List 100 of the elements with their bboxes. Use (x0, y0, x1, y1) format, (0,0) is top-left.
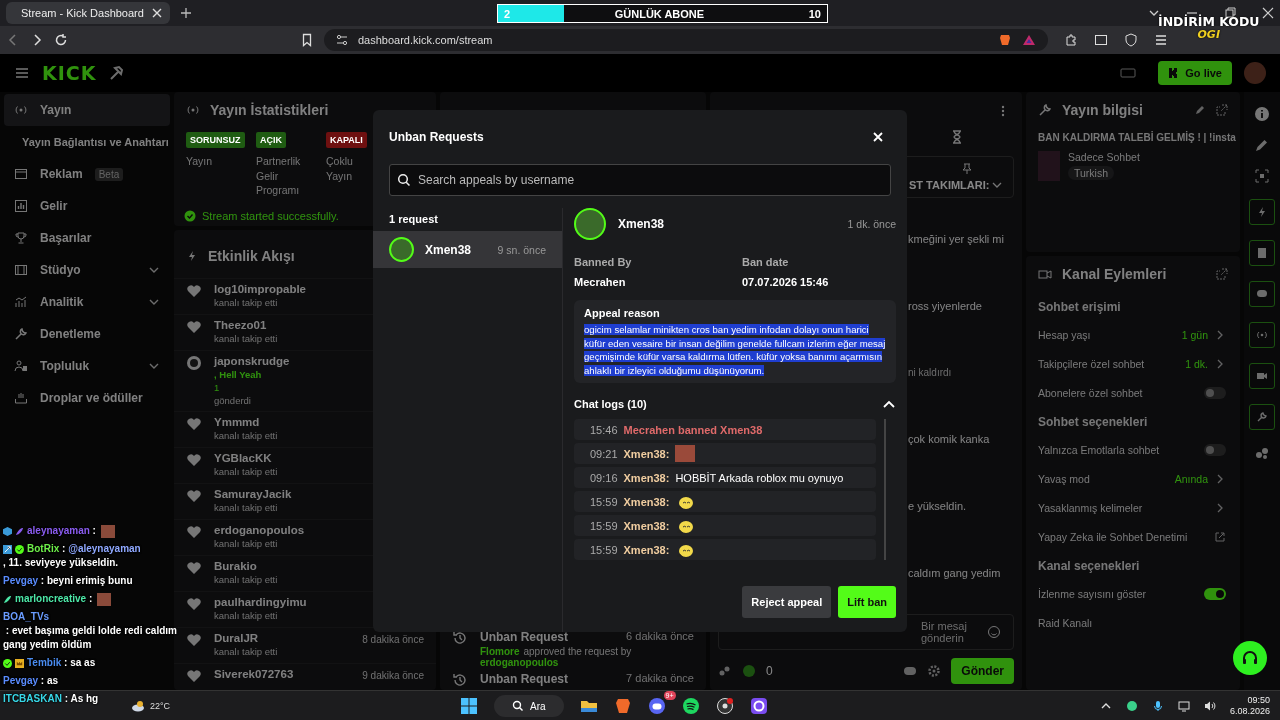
log-description: approved the request by (523, 646, 632, 657)
menu-icon[interactable] (14, 65, 30, 81)
goal-label: GÜNLÜK ABONE (613, 7, 706, 20)
chat-username: BotRix (27, 542, 60, 556)
sliders-icon[interactable] (336, 34, 348, 46)
popout-icon[interactable] (1216, 268, 1228, 280)
hammer-icon[interactable] (108, 65, 125, 81)
username[interactable]: YGBlacKK (214, 452, 272, 466)
camera-icon (1038, 267, 1052, 281)
request-list-item[interactable]: Xmen38 9 sn. önce (373, 231, 562, 268)
username[interactable]: Siverek072763 (214, 668, 294, 682)
reject-appeal-button[interactable]: Reject appeal (742, 586, 832, 618)
sidebar-item[interactable]: Yayın (4, 94, 170, 126)
record-circle-icon[interactable] (715, 697, 734, 715)
setting-label: İzlenme sayısını göster (1038, 587, 1146, 600)
taskbar-search[interactable]: Ara (494, 695, 564, 717)
chat-username: BOA_TVs (3, 610, 50, 624)
monitor-icon[interactable] (1177, 700, 1190, 712)
search-field[interactable]: Search appeals by username (389, 164, 891, 196)
sidebar-item[interactable]: Denetleme (4, 318, 170, 350)
username[interactable]: DuralJR (214, 632, 259, 646)
username[interactable]: paulhardingyimu (214, 596, 307, 610)
document-icon (1256, 247, 1268, 259)
tray-icon (14, 391, 28, 405)
lift-ban-button[interactable]: Lift ban (838, 586, 896, 618)
beta-badge: Beta (94, 167, 124, 181)
sidebar-item[interactable]: Gelir (4, 190, 170, 222)
sidebar-item[interactable]: Reklam Beta (4, 158, 170, 190)
status-dot-icon (1125, 700, 1138, 712)
search-icon (397, 173, 411, 187)
pin-icon[interactable] (961, 163, 973, 175)
username[interactable]: Theezo01 (214, 319, 267, 333)
smiley-icon[interactable] (987, 625, 1001, 639)
browser-tab[interactable]: Stream - Kick Dashboard (6, 2, 170, 24)
toggle-switch[interactable] (1204, 443, 1226, 456)
speaker-icon[interactable] (1203, 700, 1216, 712)
verified-badge-icon (15, 544, 24, 554)
sidebar-item[interactable]: Yayın Bağlantısı ve Anahtarı (4, 126, 170, 158)
success-notice: Stream started successfully. (202, 210, 339, 223)
pencil-icon[interactable] (1254, 137, 1270, 153)
promo-code: OGI (1197, 28, 1220, 40)
log-time: 09:21 (590, 447, 618, 460)
username[interactable]: Burakio (214, 560, 257, 574)
external-link-icon[interactable] (1214, 530, 1226, 543)
sidebar-item[interactable]: Stüdyo (4, 254, 170, 286)
shield-icon[interactable] (1124, 33, 1138, 47)
toolbar-button[interactable] (1249, 404, 1275, 430)
menu-icon[interactable] (1154, 33, 1168, 47)
setting-value: Anında (1174, 472, 1208, 485)
goal-current: 2 (504, 7, 511, 20)
status-badge: AÇIK (256, 132, 286, 148)
crown-badge-icon (15, 658, 24, 668)
go-live-button[interactable]: Go live (1158, 61, 1232, 85)
settings-icon[interactable] (927, 664, 942, 678)
info-icon[interactable] (1254, 106, 1270, 122)
hourglass-icon[interactable] (950, 130, 964, 144)
toolbar-button[interactable] (1249, 363, 1275, 389)
pencil-icon[interactable] (1194, 104, 1206, 116)
sidebar-item[interactable]: Topluluk (4, 350, 170, 382)
popout-icon[interactable] (1216, 104, 1228, 116)
focus-icon[interactable] (1254, 168, 1270, 184)
username[interactable]: erdoganopoulos (480, 657, 559, 668)
username[interactable]: SamurayJacik (214, 488, 292, 502)
puzzle-icon[interactable] (1064, 33, 1078, 47)
triangle-icon[interactable] (1022, 33, 1036, 47)
sidebar-item[interactable]: Droplar ve ödüller (4, 382, 170, 414)
username[interactable]: japonskrudge (214, 355, 290, 369)
start-icon[interactable] (460, 697, 478, 715)
new-tab-icon[interactable] (180, 7, 192, 19)
dots-icon[interactable] (1254, 445, 1270, 461)
dialog-title: Unban Requests (389, 130, 484, 144)
sidebar-icon[interactable] (1094, 33, 1108, 47)
close-icon[interactable] (871, 130, 885, 144)
history-icon (452, 672, 468, 688)
reload-icon[interactable] (54, 33, 68, 47)
close-icon[interactable] (150, 7, 163, 19)
toolbar-button[interactable] (1249, 240, 1275, 266)
username[interactable]: Flomore (480, 646, 520, 657)
send-button[interactable]: Gönder (951, 658, 1014, 684)
chat-message: çok komik kanka (908, 432, 990, 445)
toolbar-button[interactable] (1249, 281, 1275, 307)
dots-icon[interactable] (718, 664, 732, 678)
feather-badge-icon (15, 526, 24, 536)
panel-title: Kanal Eylemleri (1062, 266, 1167, 282)
toggle-switch[interactable] (1204, 386, 1226, 399)
username[interactable]: log10impropable (214, 283, 307, 297)
chat-bubble-icon[interactable] (903, 664, 918, 678)
kick-logo[interactable]: KICK (42, 62, 97, 84)
username[interactable]: Ymmmd (214, 416, 260, 430)
sidebar-item[interactable]: Analitik (4, 286, 170, 318)
section-heading: Kanal seçenekleri (1037, 558, 1141, 575)
username[interactable]: erdoganopoulos (214, 524, 305, 538)
microphone-icon[interactable] (1151, 700, 1164, 712)
music-circle-icon[interactable] (681, 697, 700, 715)
sidebar-item[interactable]: Başarılar (4, 222, 170, 254)
bookmark-icon[interactable] (300, 33, 314, 47)
address-bar[interactable]: dashboard.kick.com/stream (324, 29, 1048, 51)
ring-icon[interactable] (749, 697, 768, 715)
toggle-switch[interactable] (1204, 587, 1226, 600)
close-icon[interactable] (1262, 7, 1274, 19)
